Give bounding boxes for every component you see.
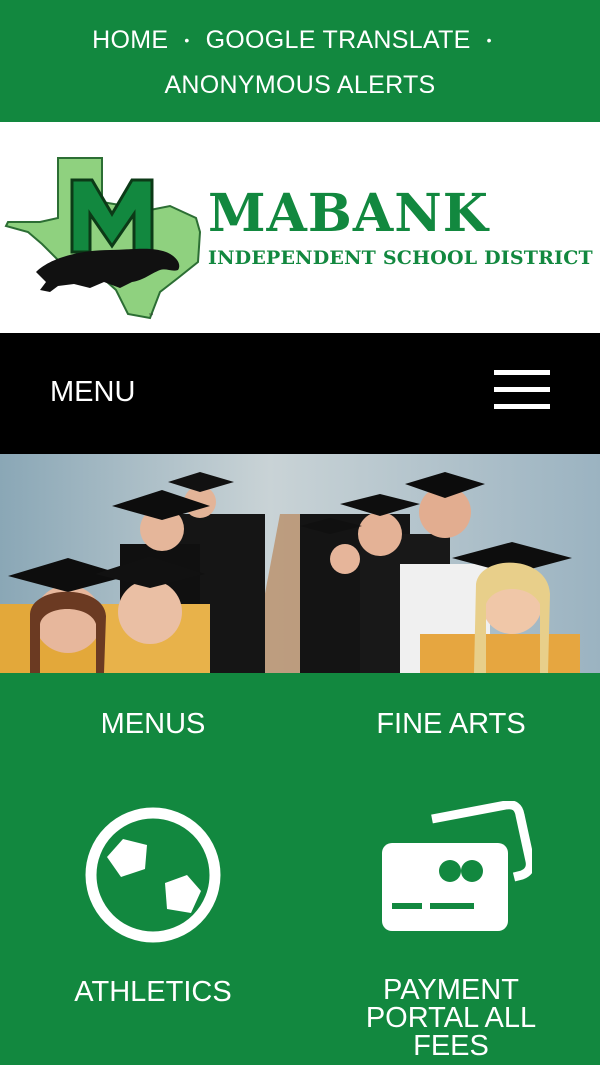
texas-shape-icon [4, 157, 202, 320]
nav-separator: • [184, 32, 190, 48]
district-name: MABANK [208, 183, 489, 244]
home-link[interactable]: HOME [92, 26, 168, 54]
google-translate-link[interactable]: GOOGLE TRANSLATE [206, 26, 471, 54]
credit-card-icon[interactable] [378, 801, 532, 935]
menu-label[interactable]: MENU [50, 375, 135, 409]
payment-portal-link[interactable]: PAYMENT PORTAL ALL FEES [361, 976, 541, 1061]
top-utility-nav: HOME • GOOGLE TRANSLATE • ANONYMOUS ALERTS [0, 0, 600, 122]
fine-arts-link[interactable]: FINE ARTS [351, 709, 551, 739]
district-subtitle: INDEPENDENT SCHOOL DISTRICT [208, 247, 593, 269]
site-header: ™ MABANK INDEPENDENT SCHOOL DISTRICT [0, 122, 600, 333]
anonymous-alerts-link[interactable]: ANONYMOUS ALERTS [164, 71, 435, 99]
soccer-ball-icon[interactable] [83, 805, 223, 945]
hamburger-menu-icon[interactable] [494, 370, 550, 410]
athletics-link[interactable]: ATHLETICS [53, 977, 253, 1007]
svg-text:™: ™ [148, 313, 154, 320]
quick-links-section: MENUS FINE ARTS ATHLETICS PAYMENT PORTAL… [0, 673, 600, 1065]
hero-graduation-photo [0, 454, 600, 673]
menus-link[interactable]: MENUS [53, 709, 253, 739]
nav-separator: • [486, 32, 492, 48]
graduates-image [0, 454, 600, 673]
district-logo[interactable]: ™ [0, 122, 210, 333]
logo-m-letter [70, 178, 154, 254]
